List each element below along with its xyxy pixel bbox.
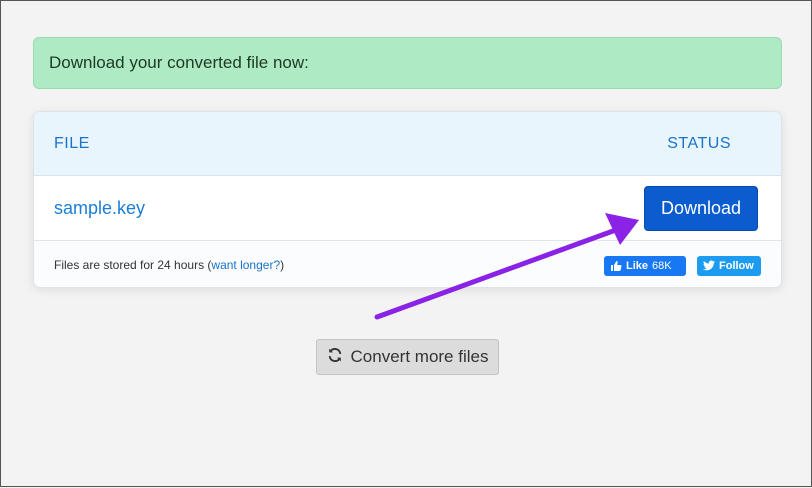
download-button[interactable]: Download bbox=[644, 185, 758, 231]
file-table: FILE STATUS sample.key Download Files ar… bbox=[33, 111, 782, 288]
facebook-like-button[interactable]: Like 68K bbox=[604, 255, 686, 276]
table-row: sample.key Download bbox=[34, 176, 781, 241]
social-buttons: Like 68K Follow bbox=[604, 255, 761, 276]
like-label: Like bbox=[626, 259, 649, 272]
thumbs-up-icon bbox=[610, 260, 622, 272]
table-header: FILE STATUS bbox=[34, 112, 781, 176]
convert-more-files-label: Convert more files bbox=[350, 347, 489, 366]
storage-note: Files are stored for 24 hours (want long… bbox=[54, 258, 284, 272]
file-name-link[interactable]: sample.key bbox=[54, 198, 145, 219]
storage-note-text: Files are stored for 24 hours ( bbox=[54, 257, 212, 272]
table-footer: Files are stored for 24 hours (want long… bbox=[34, 241, 781, 287]
follow-label: Follow bbox=[719, 259, 754, 272]
alert-text: Download your converted file now: bbox=[49, 53, 309, 72]
want-longer-link[interactable]: want longer? bbox=[211, 258, 280, 272]
twitter-follow-button[interactable]: Follow bbox=[697, 255, 761, 276]
refresh-icon bbox=[327, 347, 343, 368]
success-alert: Download your converted file now: bbox=[33, 37, 782, 89]
twitter-bird-icon bbox=[703, 260, 715, 271]
storage-note-suffix: ) bbox=[280, 257, 285, 272]
like-count: 68K bbox=[652, 259, 672, 272]
column-header-file: FILE bbox=[54, 134, 90, 152]
convert-more-files-button[interactable]: Convert more files bbox=[316, 339, 499, 375]
column-header-status: STATUS bbox=[667, 134, 731, 152]
